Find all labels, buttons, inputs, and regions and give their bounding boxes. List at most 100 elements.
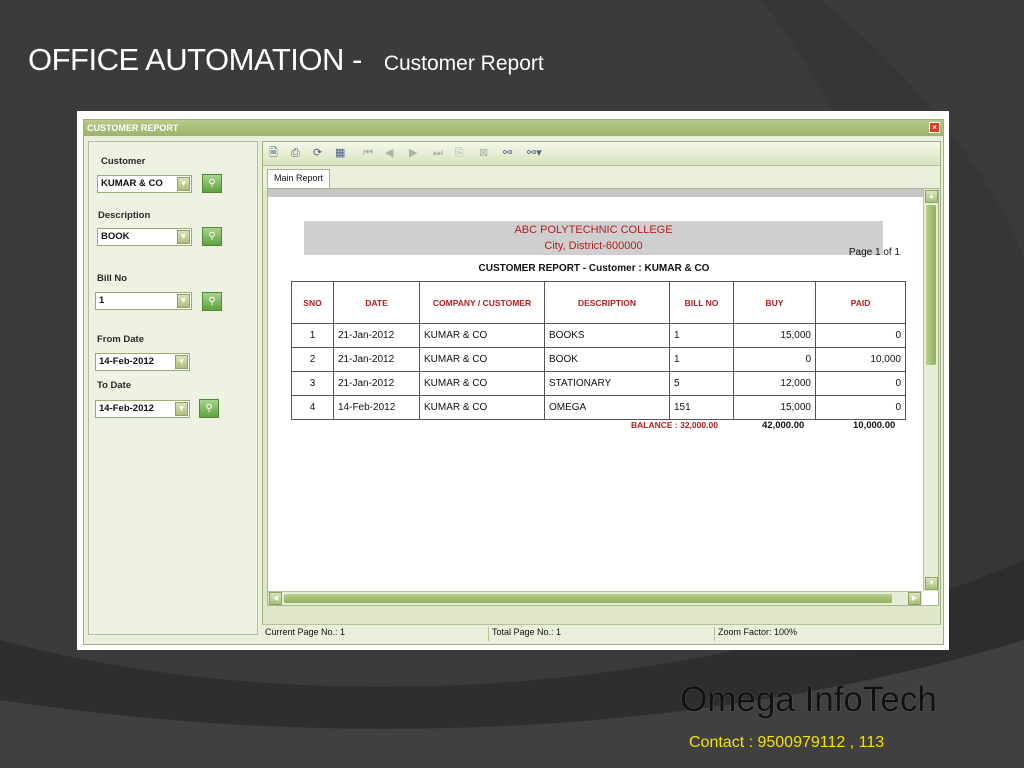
vertical-scroll-thumb[interactable] (926, 205, 936, 365)
group-tree-icon[interactable]: ▦ (335, 147, 345, 160)
viewer-tab-strip: Main Report (263, 166, 940, 188)
bill-no-combo[interactable]: 1 ▼ (95, 292, 192, 310)
close-button[interactable]: × (929, 122, 940, 133)
customer-search-button[interactable]: ⚲ (202, 174, 222, 193)
from-date-label: From Date (97, 334, 144, 345)
to-date-label: To Date (97, 380, 132, 391)
page-indicator: Page 1 of 1 (848, 247, 900, 258)
viewer-toolbar: 🗎 ⎙ ⟳ ▦ ⏮ ◀ ▶ ⏭ ⎘ ⊠ ⚯ ⚯▾ (263, 142, 940, 166)
column-header: BILL NO (669, 281, 734, 324)
description-search-button[interactable]: ⚲ (202, 227, 222, 246)
customer-combo[interactable]: KUMAR & CO ▼ (97, 175, 192, 193)
from-date-value: 14-Feb-2012 (99, 356, 154, 367)
description-label: Description (98, 210, 151, 221)
chevron-down-icon[interactable]: ▼ (177, 294, 190, 308)
customer-report-window: CUSTOMER REPORT × Customer KUMAR & CO ▼ … (83, 119, 944, 645)
slide-title-main: OFFICE AUTOMATION - (28, 42, 362, 77)
cell-sno: 2 (291, 347, 334, 372)
search-icon[interactable]: ⚯ (503, 147, 512, 160)
horizontal-scroll-thumb[interactable] (284, 594, 892, 603)
bill-no-label: Bill No (97, 273, 128, 284)
cell-description: BOOKS (544, 323, 670, 348)
column-header: COMPANY / CUSTOMER (419, 281, 545, 324)
chevron-down-icon[interactable]: ▼ (175, 402, 188, 416)
search-icon: ⚲ (208, 231, 216, 242)
slide-title: OFFICE AUTOMATION - Customer Report (28, 42, 544, 78)
bill-no-search-button[interactable]: ⚲ (202, 292, 222, 311)
close-view-icon[interactable]: ⊠ (479, 147, 488, 160)
table-row: 3 21-Jan-2012 KUMAR & CO STATIONARY 5 12… (291, 371, 906, 396)
table-row: 4 14-Feb-2012 KUMAR & CO OMEGA 151 15,00… (291, 395, 906, 420)
report-table: SNO DATE COMPANY / CUSTOMER DESCRIPTION … (291, 281, 906, 420)
scroll-right-button[interactable]: ▶ (908, 592, 921, 605)
cell-sno: 3 (291, 371, 334, 396)
slide-title-sub: Customer Report (383, 52, 544, 75)
chevron-down-icon[interactable]: ▼ (177, 230, 190, 244)
scroll-up-button[interactable]: ▲ (925, 190, 938, 203)
report-page: ABC POLYTECHNIC COLLEGE City, District-6… (268, 197, 922, 591)
app-screenshot: CUSTOMER REPORT × Customer KUMAR & CO ▼ … (77, 111, 949, 650)
table-header-row: SNO DATE COMPANY / CUSTOMER DESCRIPTION … (291, 281, 906, 324)
cell-paid: 0 (815, 395, 906, 420)
cell-date: 21-Jan-2012 (333, 323, 420, 348)
from-date-picker[interactable]: 14-Feb-2012 ▼ (95, 353, 190, 371)
college-name: ABC POLYTECHNIC COLLEGE (514, 224, 673, 236)
cell-bill-no: 5 (669, 371, 734, 396)
status-total-page: Total Page No.: 1 (488, 627, 561, 641)
date-search-button[interactable]: ⚲ (199, 399, 219, 418)
cell-buy: 12,000 (733, 371, 816, 396)
status-current-page: Current Page No.: 1 (265, 627, 346, 637)
first-page-icon[interactable]: ⏮ (363, 147, 373, 160)
window-titlebar: CUSTOMER REPORT × (84, 120, 943, 136)
cell-customer: KUMAR & CO (419, 371, 545, 396)
scroll-down-button[interactable]: ▼ (925, 577, 938, 590)
cell-paid: 10,000 (815, 347, 906, 372)
report-top-band (268, 189, 938, 197)
report-area: ABC POLYTECHNIC COLLEGE City, District-6… (267, 188, 939, 606)
vertical-scrollbar[interactable]: ▲ ▼ (923, 189, 938, 591)
prev-page-icon[interactable]: ◀ (385, 147, 393, 160)
cell-buy: 15,000 (733, 395, 816, 420)
college-address: City, District-600000 (544, 240, 643, 252)
last-page-icon[interactable]: ⏭ (433, 147, 443, 160)
cell-bill-no: 151 (669, 395, 734, 420)
chevron-down-icon[interactable]: ▼ (177, 177, 190, 191)
zoom-icon[interactable]: ⚯▾ (527, 147, 542, 160)
goto-page-icon[interactable]: ⎘ (455, 147, 464, 160)
description-combo[interactable]: BOOK ▼ (97, 228, 192, 246)
cell-sno: 1 (291, 323, 334, 348)
table-row: 2 21-Jan-2012 KUMAR & CO BOOK 1 0 10,000 (291, 347, 906, 372)
print-icon[interactable]: ⎙ (291, 147, 300, 160)
tab-main-report[interactable]: Main Report (267, 169, 331, 188)
customer-label: Customer (101, 156, 146, 167)
cell-description: BOOK (544, 347, 670, 372)
paid-total: 10,000.00 (853, 420, 896, 431)
status-bar: Current Page No.: 1 Total Page No.: 1 Zo… (262, 624, 941, 641)
cell-paid: 0 (815, 323, 906, 348)
scroll-left-button[interactable]: ◀ (269, 592, 282, 605)
balance-total: BALANCE : 32,000.00 (631, 420, 718, 430)
to-date-picker[interactable]: 14-Feb-2012 ▼ (95, 400, 190, 418)
filter-panel: Customer KUMAR & CO ▼ ⚲ Description BOOK… (88, 141, 258, 635)
status-zoom-factor: Zoom Factor: 100% (714, 627, 797, 641)
description-combo-value: BOOK (101, 231, 130, 242)
cell-buy: 0 (733, 347, 816, 372)
cell-sno: 4 (291, 395, 334, 420)
window-title: CUSTOMER REPORT (87, 123, 179, 133)
horizontal-scrollbar[interactable]: ◀ ▶ (268, 591, 922, 605)
column-header: PAID (815, 281, 906, 324)
cell-description: STATIONARY (544, 371, 670, 396)
company-brand: Omega InfoTech (680, 680, 937, 719)
refresh-icon[interactable]: ⟳ (313, 147, 322, 160)
buy-total: 42,000.00 (762, 420, 805, 431)
bill-no-combo-value: 1 (99, 295, 105, 306)
export-icon[interactable]: 🗎 (269, 147, 278, 160)
cell-date: 21-Jan-2012 (333, 347, 420, 372)
report-subtitle: CUSTOMER REPORT - Customer : KUMAR & CO (478, 263, 710, 274)
next-page-icon[interactable]: ▶ (409, 147, 417, 160)
report-viewer: 🗎 ⎙ ⟳ ▦ ⏮ ◀ ▶ ⏭ ⎘ ⊠ ⚯ ⚯▾ Main Report ABC… (262, 141, 941, 640)
to-date-value: 14-Feb-2012 (99, 403, 154, 414)
chevron-down-icon[interactable]: ▼ (175, 355, 188, 369)
cell-date: 14-Feb-2012 (333, 395, 420, 420)
search-icon: ⚲ (205, 403, 213, 414)
